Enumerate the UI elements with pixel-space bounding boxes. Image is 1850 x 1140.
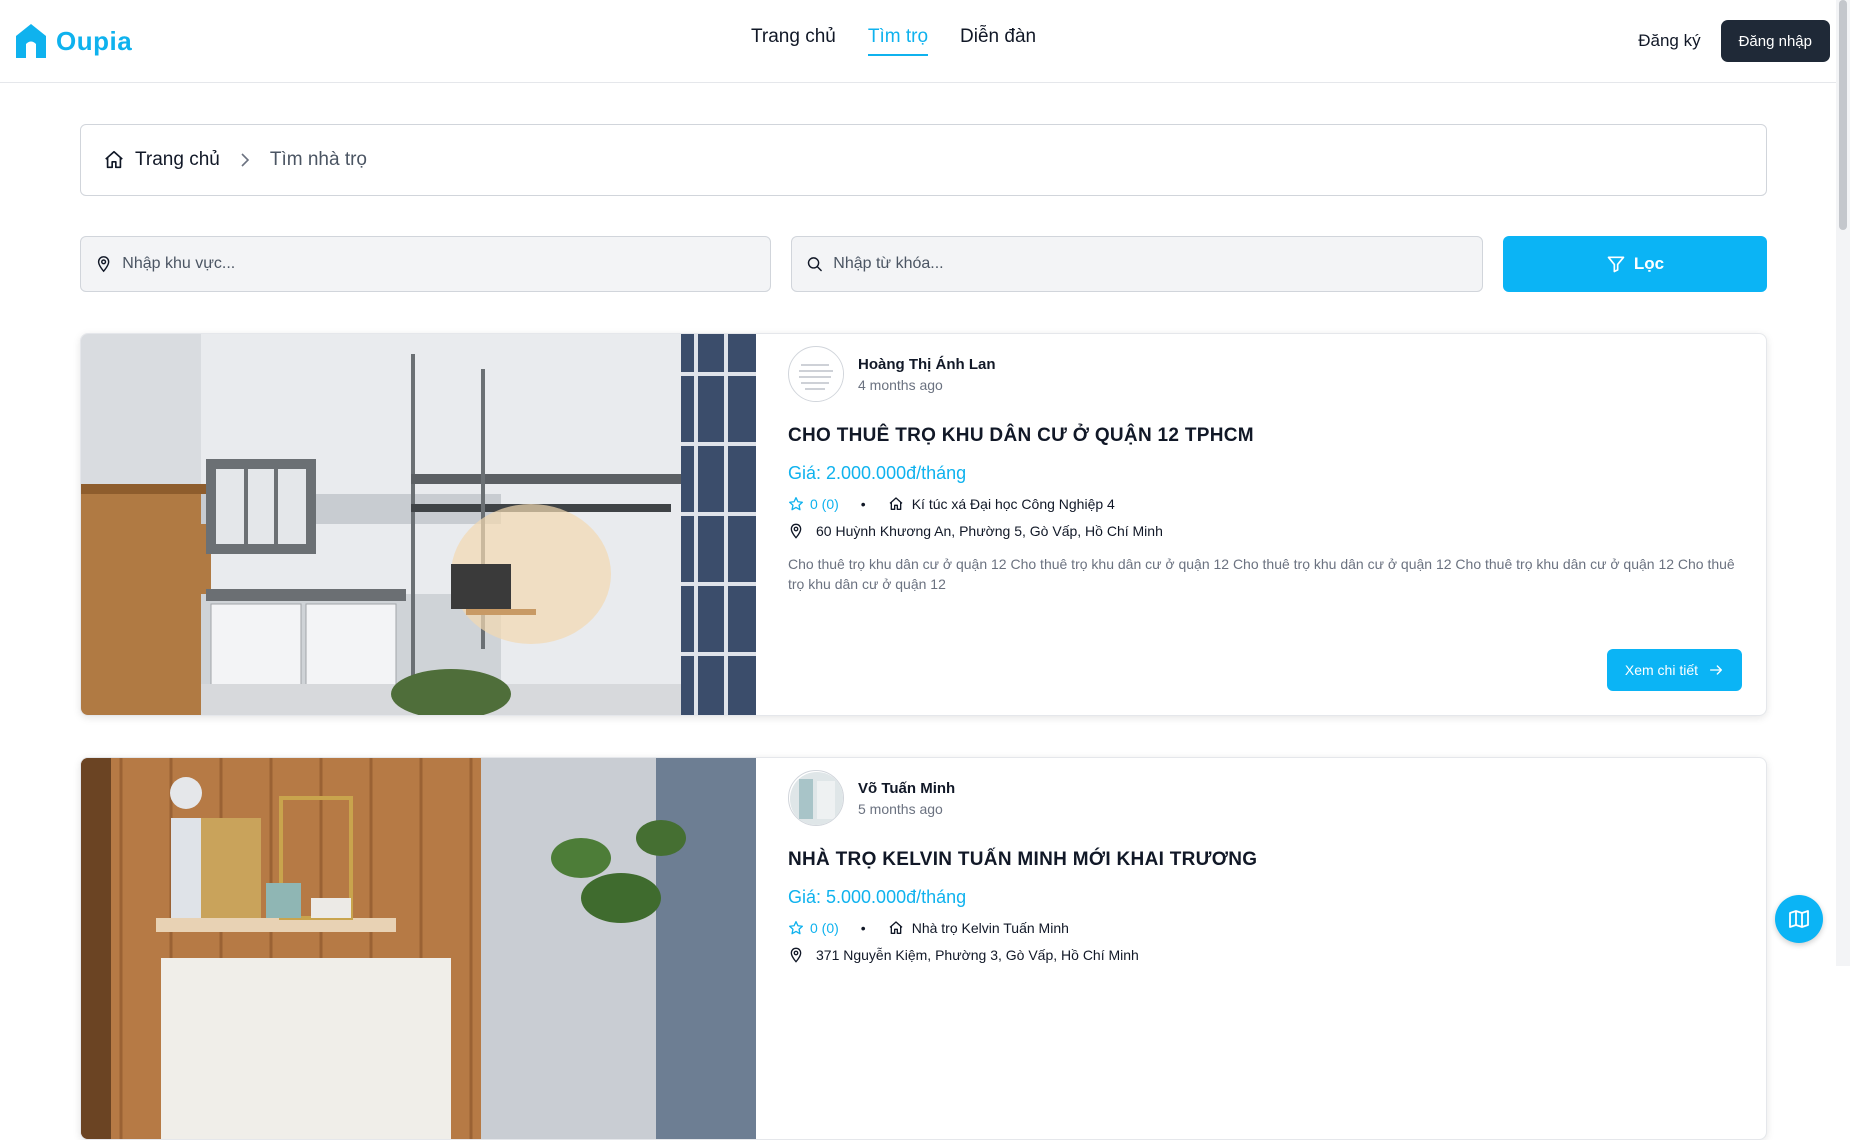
breadcrumb: Trang chủ Tìm nhà trọ	[80, 124, 1767, 196]
avatar[interactable]	[788, 346, 844, 402]
separator-dot: •	[860, 496, 866, 512]
nav-forum[interactable]: Diễn đàn	[960, 26, 1036, 56]
author-name: Hoàng Thị Ánh Lan	[858, 355, 996, 373]
listing-photo[interactable]	[81, 758, 756, 1140]
home-icon	[889, 497, 903, 510]
listing-meta: 0 (0) • Nhà trọ Kelvin Tuấn Minh	[788, 920, 1741, 936]
listing-card[interactable]: Hoàng Thị Ánh Lan 4 months ago CHO THUÊ …	[80, 333, 1767, 716]
map-pin-icon	[790, 523, 802, 539]
keyword-input[interactable]	[833, 255, 1482, 273]
home-icon	[105, 150, 123, 169]
property-name[interactable]: Nhà trọ Kelvin Tuấn Minh	[888, 920, 1069, 936]
author-row: Võ Tuấn Minh 5 months ago	[788, 770, 1741, 826]
main-nav: Trang chủ Tìm trọ Diễn đàn	[751, 26, 1036, 56]
listing-price: Giá: 5.000.000đ/tháng	[788, 887, 967, 907]
listing-title[interactable]: CHO THUÊ TRỌ KHU DÂN CƯ Ở QUẬN 12 TPHCM	[788, 425, 1741, 447]
author-name: Võ Tuấn Minh	[858, 779, 956, 797]
breadcrumb-home[interactable]: Trang chủ	[135, 149, 220, 171]
logo-icon	[16, 24, 46, 58]
location-input[interactable]	[122, 255, 770, 273]
map-pin-icon	[790, 947, 802, 963]
search-icon	[807, 257, 822, 272]
separator-dot: •	[860, 920, 866, 936]
listing-description: Cho thuê trọ khu dân cư ở quận 12 Cho th…	[788, 556, 1735, 592]
scrollbar[interactable]	[1836, 0, 1850, 966]
filter-label: Lọc	[1633, 254, 1665, 273]
address-text: 60 Huỳnh Khương An, Phường 5, Gò Vấp, Hồ…	[816, 523, 1163, 539]
listing-title[interactable]: NHÀ TRỌ KELVIN TUẤN MINH MỚI KHAI TRƯƠNG	[788, 849, 1741, 871]
login-button[interactable]: Đăng nhập	[1720, 20, 1830, 62]
property-name[interactable]: Kí túc xá Đại học Công Nghiệp 4	[888, 496, 1115, 512]
listing-photo[interactable]	[81, 334, 756, 716]
rating: 0 (0)	[788, 920, 839, 936]
listing-price: Giá: 2.000.000đ/tháng	[788, 463, 967, 483]
register-link[interactable]: Đăng ký	[1638, 31, 1700, 51]
breadcrumb-current: Tìm nhà trọ	[269, 149, 367, 170]
listing-card[interactable]: Võ Tuấn Minh 5 months ago NHÀ TRỌ KELVIN…	[80, 757, 1767, 1140]
location-field	[80, 236, 771, 292]
brand-name: Oupia	[56, 25, 133, 56]
listing-info: Võ Tuấn Minh 5 months ago NHÀ TRỌ KELVIN…	[756, 758, 1766, 1139]
home-icon	[889, 921, 903, 934]
author-meta: Võ Tuấn Minh 5 months ago	[858, 780, 955, 817]
rating-value: 0 (0)	[810, 920, 839, 936]
rating: 0 (0)	[788, 496, 839, 512]
address-row: 60 Huỳnh Khương An, Phường 5, Gò Vấp, Hồ…	[788, 522, 1741, 540]
avatar[interactable]	[788, 770, 844, 826]
map-view-button[interactable]	[1775, 895, 1823, 943]
listing-info: Hoàng Thị Ánh Lan 4 months ago CHO THUÊ …	[756, 334, 1766, 715]
map-icon	[1789, 910, 1809, 928]
scrollbar-thumb[interactable]	[1839, 0, 1847, 230]
rating-value: 0 (0)	[810, 496, 839, 512]
view-detail-label: Xem chi tiết	[1624, 662, 1698, 678]
map-pin-icon	[97, 256, 110, 273]
chevron-right-icon	[241, 153, 249, 167]
logo[interactable]: Oupia	[14, 22, 132, 60]
keyword-field	[791, 236, 1483, 292]
author-row: Hoàng Thị Ánh Lan 4 months ago	[788, 346, 1741, 402]
auth-area: Đăng ký Đăng nhập	[1638, 20, 1830, 62]
address-row: 371 Nguyễn Kiệm, Phường 3, Gò Vấp, Hồ Ch…	[788, 946, 1741, 964]
filter-button[interactable]: Lọc	[1503, 236, 1767, 292]
nav-home[interactable]: Trang chủ	[751, 26, 836, 56]
author-meta: Hoàng Thị Ánh Lan 4 months ago	[858, 356, 995, 393]
post-time: 4 months ago	[858, 376, 943, 393]
address-text: 371 Nguyễn Kiệm, Phường 3, Gò Vấp, Hồ Ch…	[816, 947, 1139, 963]
nav-find-room[interactable]: Tìm trọ	[867, 26, 929, 56]
top-header: Oupia Trang chủ Tìm trọ Diễn đàn Đăng ký…	[0, 0, 1850, 83]
filter-icon	[1607, 256, 1625, 273]
listing-meta: 0 (0) • Kí túc xá Đại học Công Nghiệp 4	[788, 496, 1741, 512]
star-icon	[789, 921, 803, 935]
property-label: Kí túc xá Đại học Công Nghiệp 4	[911, 496, 1115, 512]
property-label: Nhà trọ Kelvin Tuấn Minh	[911, 920, 1069, 936]
view-detail-button[interactable]: Xem chi tiết	[1606, 649, 1742, 691]
arrow-right-icon	[1710, 665, 1722, 675]
post-time: 5 months ago	[858, 800, 943, 817]
star-icon	[789, 497, 803, 511]
